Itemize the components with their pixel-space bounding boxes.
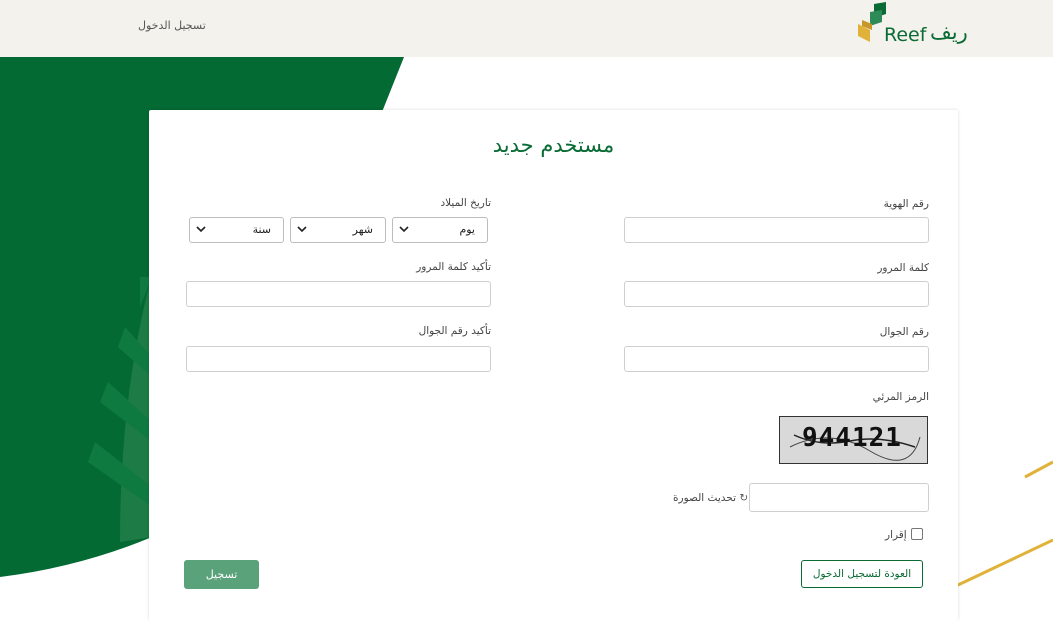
confirm-password-input[interactable] — [186, 281, 491, 307]
back-to-login-button[interactable]: العودة لتسجيل الدخول — [801, 560, 923, 588]
password-input[interactable] — [624, 281, 929, 307]
confirm-password-label: تأكيد كلمة المرور — [416, 261, 491, 273]
register-button[interactable]: تسجيل — [184, 560, 259, 589]
captcha-image: 944121 — [779, 416, 928, 464]
refresh-captcha-link[interactable]: ↻ تحديث الصورة — [673, 492, 748, 504]
refresh-icon: ↻ — [739, 492, 749, 504]
logo-text-en: Reef — [884, 24, 927, 46]
dob-year-value: سنة — [252, 223, 271, 236]
registration-card: مستخدم جديد رقم الهوية كلمة المرور رقم ا… — [149, 110, 958, 620]
chevron-down-icon — [196, 226, 206, 233]
chevron-down-icon — [399, 226, 409, 233]
page-title: مستخدم جديد — [492, 133, 615, 157]
consent-checkbox[interactable] — [911, 528, 923, 540]
password-label: كلمة المرور — [877, 262, 929, 274]
login-link[interactable]: تسجيل الدخول — [138, 19, 206, 32]
consent-label: إقرار — [885, 529, 907, 541]
confirm-mobile-input[interactable] — [186, 346, 491, 372]
logo-text-ar: ريف — [930, 20, 968, 44]
dob-month-select[interactable]: شهر — [290, 217, 386, 243]
refresh-label: تحديث الصورة — [673, 492, 736, 504]
dob-day-select[interactable]: يوم — [392, 217, 488, 243]
reef-logo[interactable]: Reef ريف — [856, 2, 976, 50]
mobile-input[interactable] — [624, 346, 929, 372]
id-number-label: رقم الهوية — [883, 198, 929, 210]
mobile-label: رقم الجوال — [879, 326, 929, 338]
dob-month-value: شهر — [352, 223, 373, 236]
id-number-input[interactable] — [624, 217, 929, 243]
dob-year-select[interactable]: سنة — [189, 217, 284, 243]
captcha-text: 944121 — [802, 423, 902, 453]
captcha-input[interactable] — [749, 483, 929, 512]
confirm-mobile-label: تأكيد رقم الجوال — [418, 325, 491, 337]
header-bar: تسجيل الدخول Reef ريف — [0, 0, 1053, 57]
chevron-down-icon — [297, 226, 307, 233]
dob-day-value: يوم — [459, 223, 475, 236]
dob-label: تاريخ الميلاد — [440, 197, 491, 209]
captcha-label: الرمز المرئي — [872, 391, 929, 403]
